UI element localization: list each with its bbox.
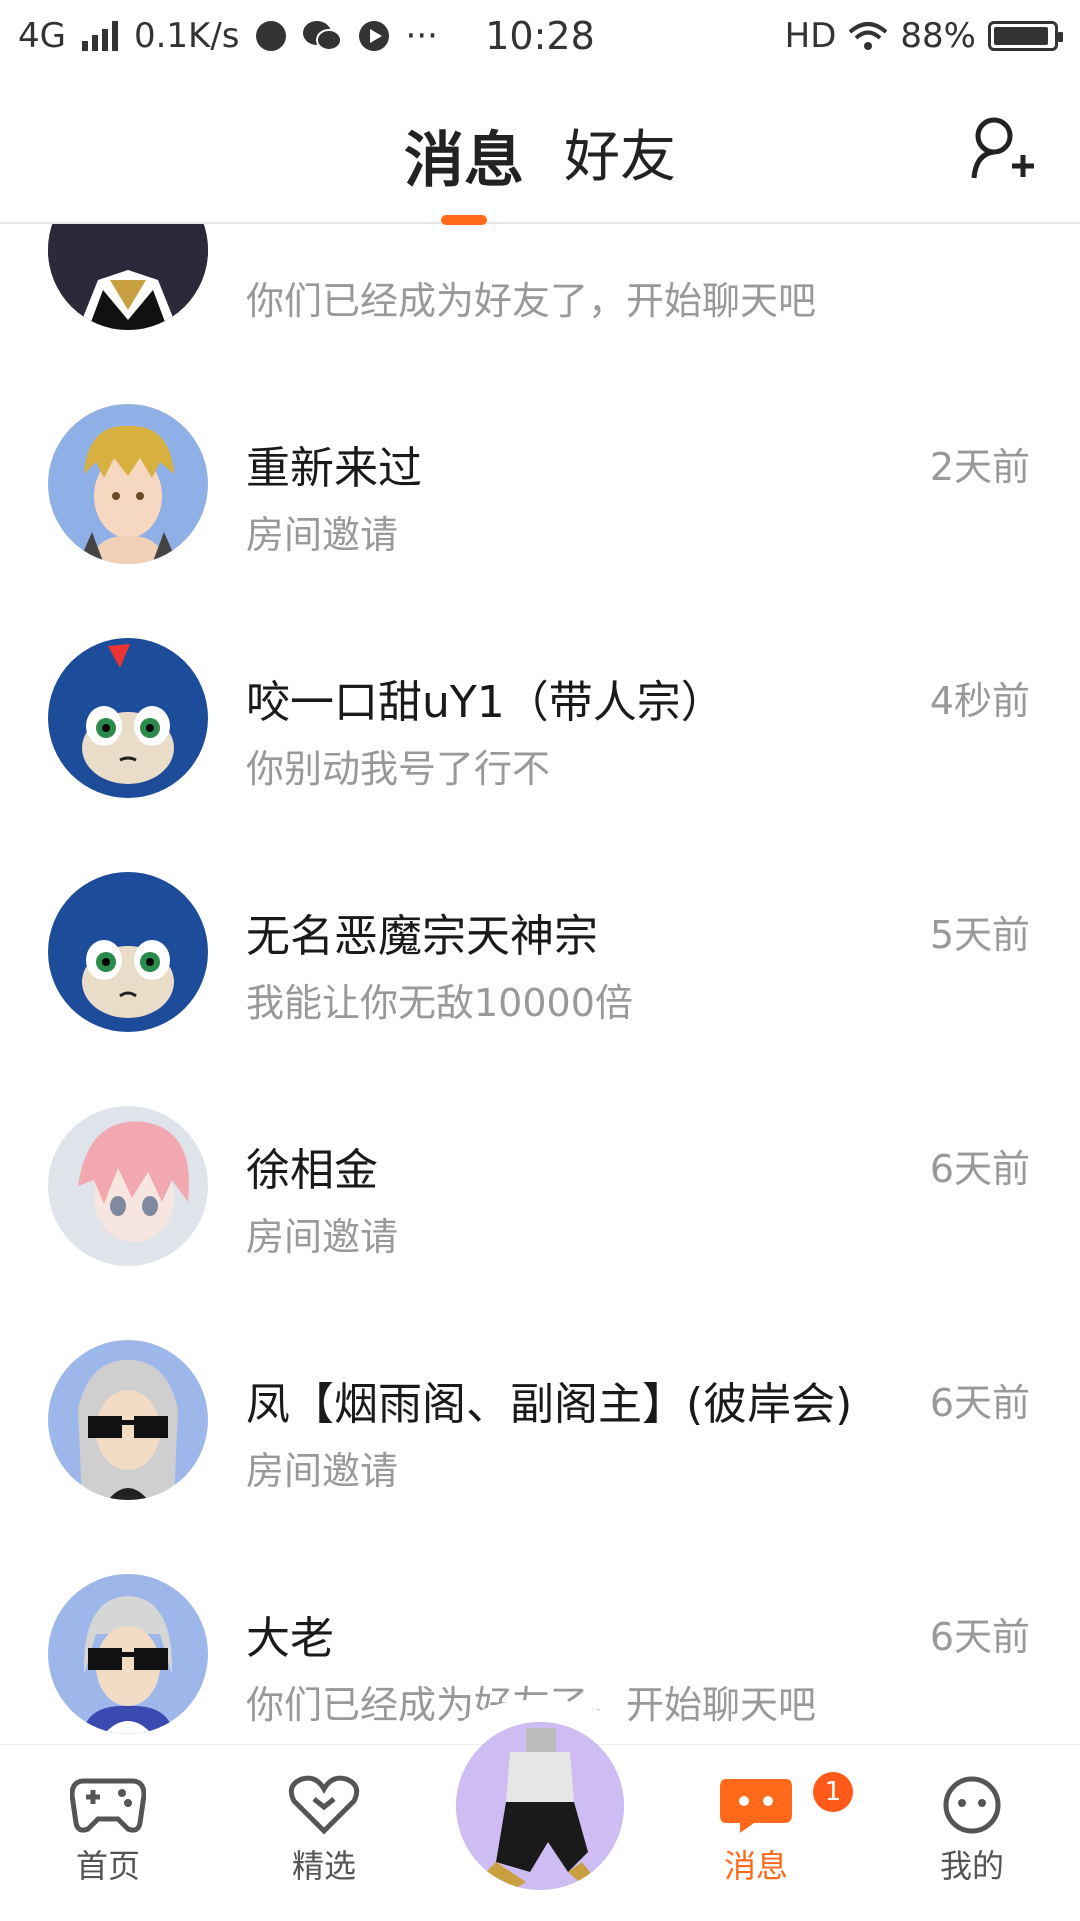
avatar: [48, 1106, 208, 1266]
avatar: [48, 872, 208, 1032]
contact-name: 徐相金: [246, 1145, 378, 1196]
nav-profile-label: 我的: [939, 1847, 1004, 1885]
tab-bar: 消息 好友: [0, 112, 1080, 225]
status-bar: 4G 0.1K/s ··· 10:28 HD 88%: [0, 0, 1080, 72]
chat-bubble-icon: [720, 1779, 792, 1833]
message-preview: 你别动我号了行不: [246, 747, 551, 791]
avatar: [48, 1340, 208, 1500]
conversation-list: 你们已经成为好友了，开始聊天吧 重新来过 房间邀请 2天前 咬一口甜uY1（带人…: [0, 120, 1080, 1758]
contact-name: 凤【烟雨阁、副阁主】(彼岸会): [246, 1379, 853, 1430]
avatar: [48, 404, 208, 564]
top-header: 消息 好友: [0, 72, 1080, 225]
nav-messages-label: 消息: [723, 1847, 788, 1885]
contact-name: 大老: [246, 1613, 334, 1664]
tab-friends[interactable]: 好友: [564, 112, 676, 199]
nav-home[interactable]: 首页: [28, 1775, 188, 1887]
contact-name: 无名恶魔宗天神宗: [246, 911, 598, 962]
contact-name: 咬一口甜uY1（带人宗）: [246, 677, 725, 728]
nav-featured[interactable]: 精选: [244, 1775, 404, 1887]
active-tab-indicator: [441, 215, 487, 225]
contact-name: 重新来过: [246, 443, 422, 494]
unread-badge: 1: [810, 1769, 856, 1815]
message-preview: 房间邀请: [246, 513, 399, 557]
message-preview: 你们已经成为好友了，开始聊天吧: [246, 279, 817, 323]
message-time: 6天前: [929, 1381, 1030, 1425]
message-time: 6天前: [929, 1615, 1030, 1659]
heart-icon: [288, 1775, 360, 1835]
tab-messages[interactable]: 消息: [404, 112, 524, 225]
nav-messages[interactable]: 1 消息: [676, 1769, 856, 1887]
message-preview: 我能让你无敌10000倍: [246, 981, 633, 1025]
conversation-row[interactable]: 无名恶魔宗天神宗 我能让你无敌10000倍 5天前: [0, 822, 1080, 1056]
nav-profile[interactable]: 我的: [892, 1775, 1052, 1887]
nav-featured-label: 精选: [291, 1847, 356, 1885]
gamepad-icon: [70, 1778, 146, 1833]
message-preview: 房间邀请: [246, 1449, 399, 1493]
conversation-row[interactable]: 重新来过 房间邀请 2天前: [0, 354, 1080, 588]
message-preview: 房间邀请: [246, 1215, 399, 1259]
message-time: 4秒前: [929, 679, 1030, 723]
profile-avatar-button[interactable]: [456, 1722, 624, 1890]
avatar: [48, 638, 208, 798]
conversation-row[interactable]: 凤【烟雨阁、副阁主】(彼岸会) 房间邀请 6天前: [0, 1290, 1080, 1524]
conversation-row[interactable]: 徐相金 房间邀请 6天前: [0, 1056, 1080, 1290]
nav-home-label: 首页: [75, 1847, 140, 1885]
avatar: [48, 1574, 208, 1734]
battery-icon: [988, 21, 1063, 51]
message-time: 6天前: [929, 1147, 1030, 1191]
message-time: 5天前: [929, 913, 1030, 957]
message-time: 2天前: [929, 445, 1030, 489]
add-friend-icon[interactable]: [968, 112, 1038, 182]
face-icon: [943, 1776, 1001, 1834]
clock: 10:28: [485, 14, 595, 58]
conversation-row[interactable]: 咬一口甜uY1（带人宗） 你别动我号了行不 4秒前: [0, 588, 1080, 822]
